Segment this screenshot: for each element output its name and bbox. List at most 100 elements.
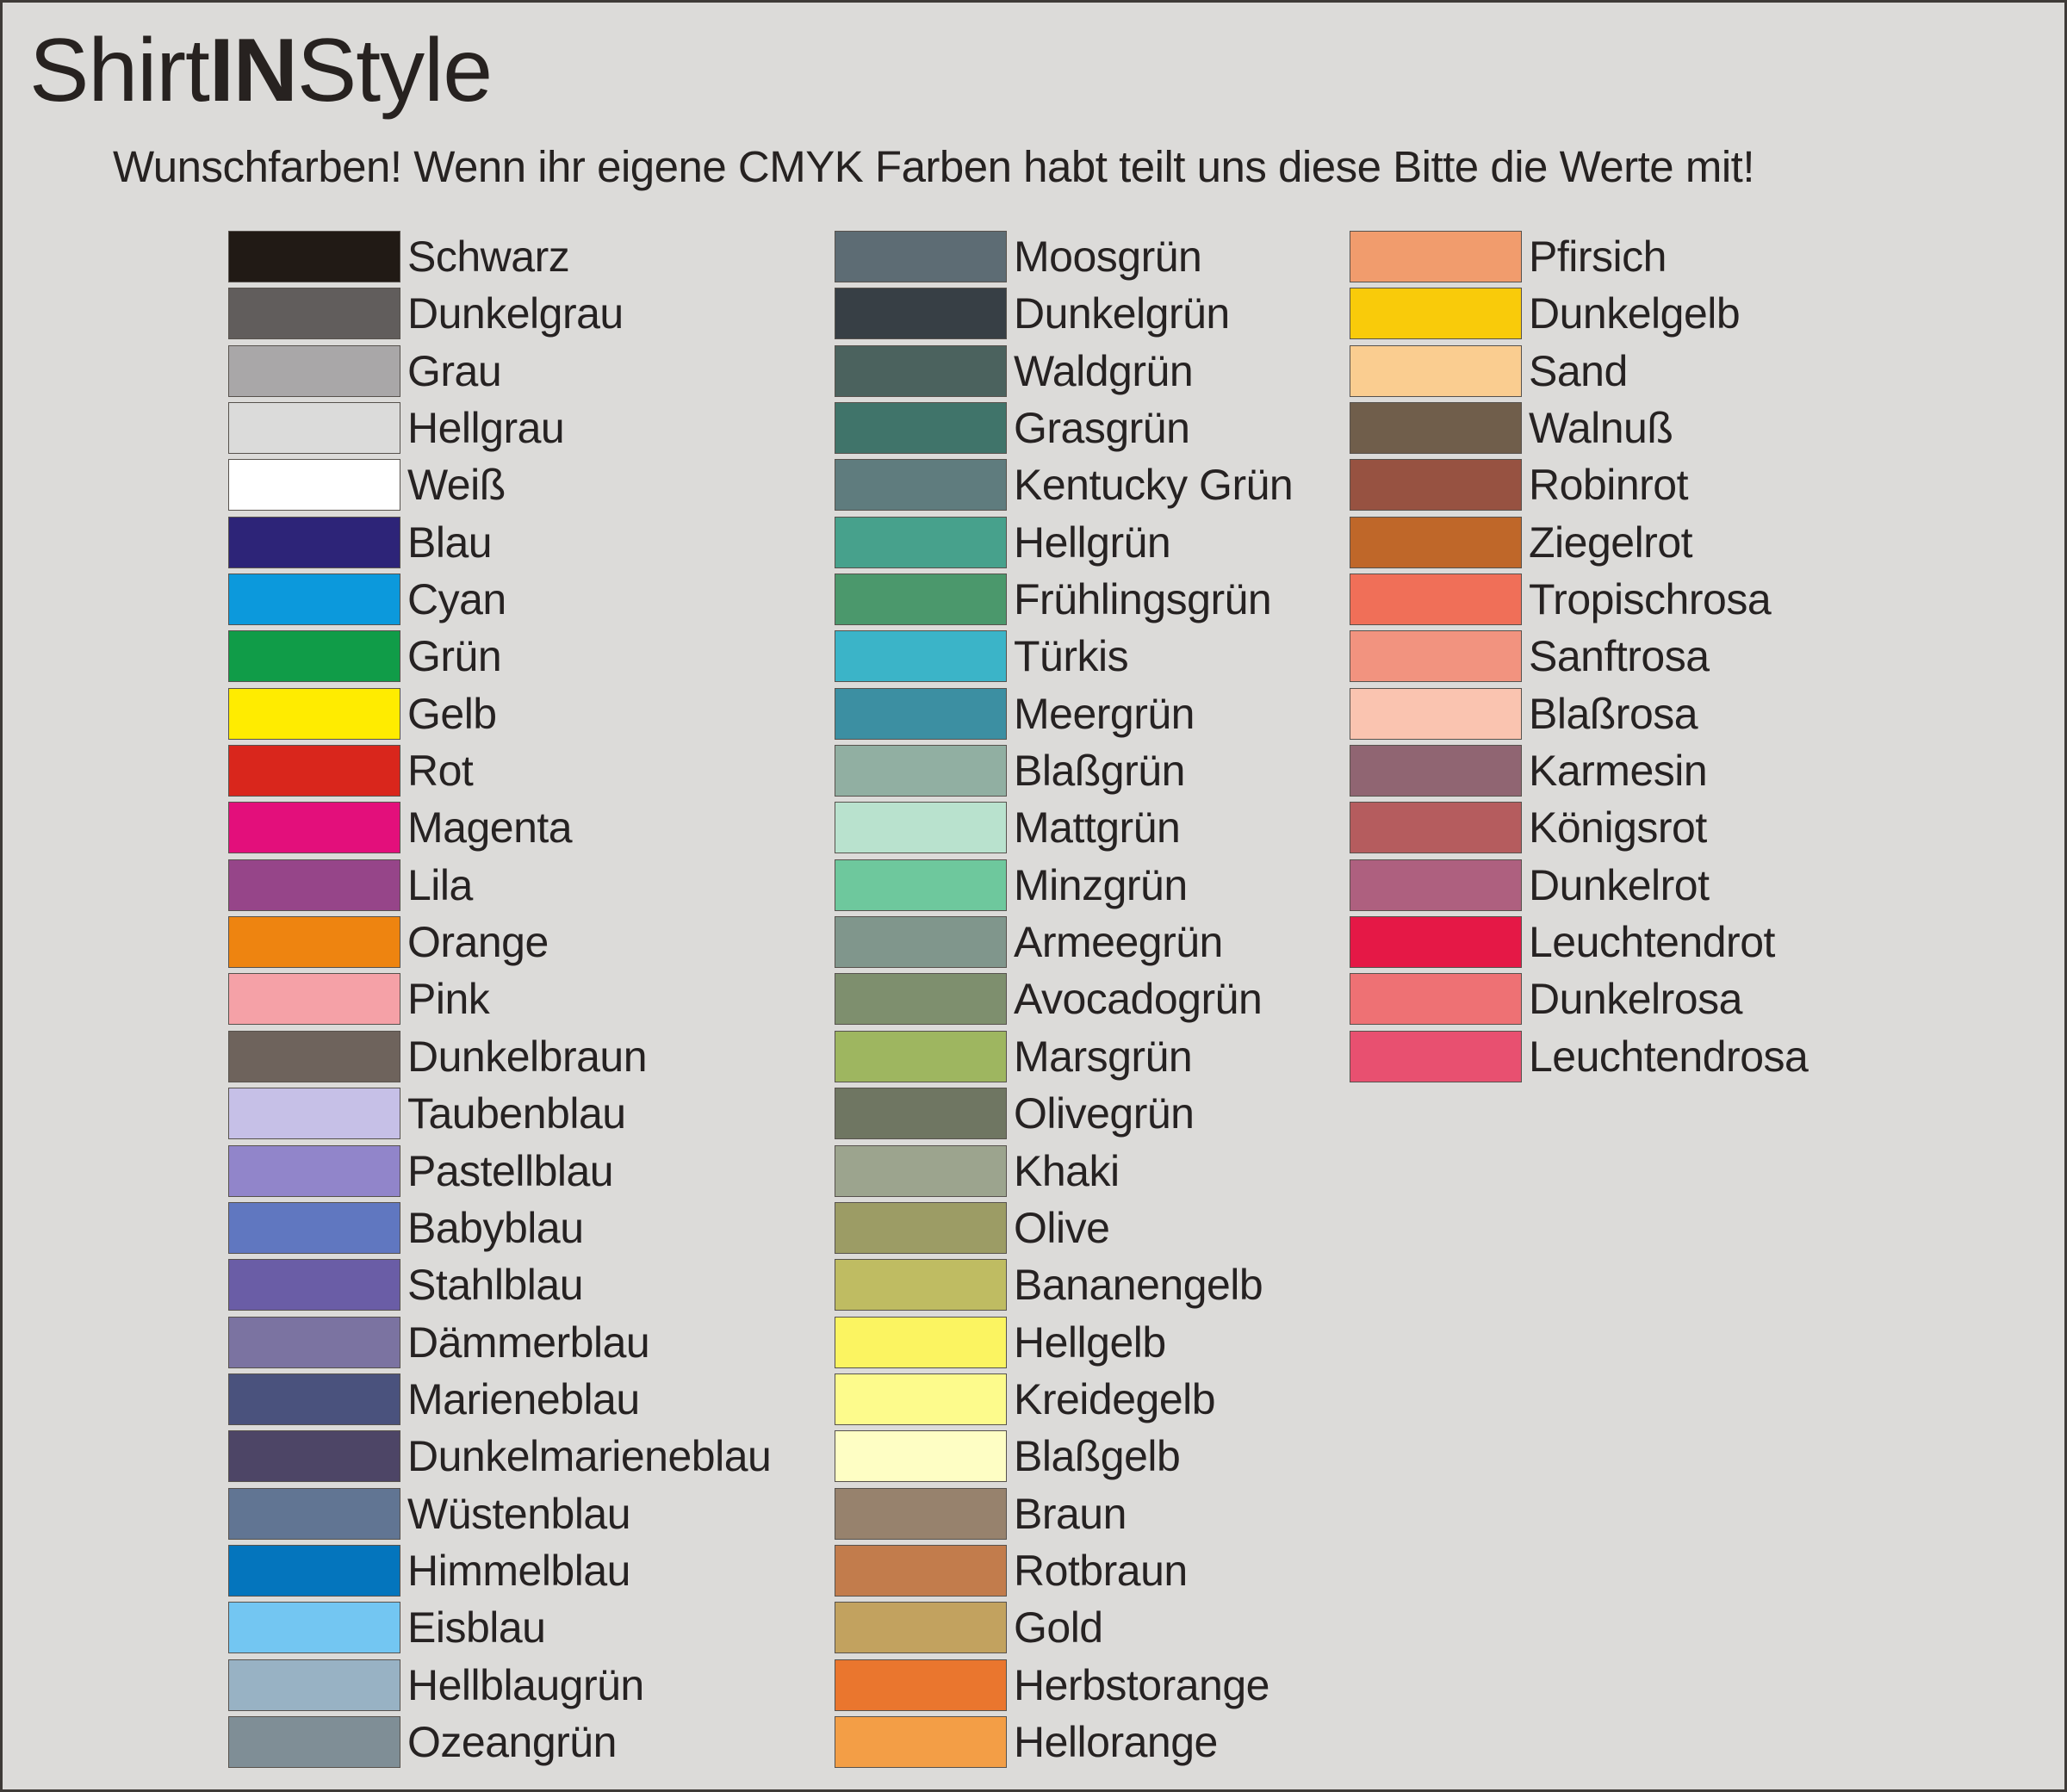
color-label: Braun (1014, 1489, 1127, 1538)
color-row: Dunkelmarieneblau (228, 1430, 772, 1487)
swatch-grid: Schwarz Dunkelgrau Grau Hellgrau Weiß Blau Cya… (3, 3, 2064, 1789)
color-label: Olive (1014, 1203, 1110, 1252)
color-row: Moosgrün (835, 231, 1293, 288)
color-swatch (1350, 344, 1522, 397)
color-label: Dunkelgelb (1529, 289, 1741, 338)
color-label: Olivegrün (1014, 1089, 1195, 1138)
color-label: Stahlblau (407, 1261, 584, 1310)
color-row: Minzgrün (835, 859, 1293, 916)
color-swatch (228, 745, 400, 797)
color-label: Weiß (407, 461, 506, 510)
color-swatch (228, 231, 400, 282)
column-1: Schwarz Dunkelgrau Grau Hellgrau Weiß Blau Cya… (228, 231, 772, 1773)
color-row: Dunkelgelb (1350, 288, 1808, 344)
color-label: Meergrün (1014, 689, 1195, 738)
color-row: Cyan (228, 574, 771, 630)
color-row: Braun (835, 1487, 1293, 1545)
color-row: Ozeangrün (228, 1715, 771, 1773)
color-swatch (228, 916, 400, 969)
color-label: Karmesin (1529, 747, 1708, 796)
color-swatch (1350, 973, 1522, 1026)
color-row: Sanftrosa (1350, 630, 1808, 687)
color-row: Dunkelgrau (228, 288, 771, 344)
color-label: Moosgrün (1014, 233, 1202, 281)
color-swatch (835, 1316, 1007, 1368)
color-swatch (835, 459, 1007, 512)
color-row: Hellgrün (835, 516, 1293, 574)
color-label: Tropischrosa (1529, 575, 1772, 624)
color-row: Rotbraun (835, 1544, 1293, 1602)
color-swatch (228, 516, 400, 568)
color-swatch (835, 859, 1007, 911)
color-label: Leuchtendrot (1529, 918, 1775, 967)
color-swatch (835, 1259, 1007, 1311)
color-label: Dunkelmarieneblau (407, 1432, 772, 1481)
color-row: Blau (228, 516, 771, 574)
color-row: Blaßgelb (835, 1430, 1293, 1487)
color-row: Leuchtendrosa (1350, 1030, 1809, 1088)
color-label: Armeegrün (1014, 918, 1223, 967)
color-row: Sand (1350, 344, 1808, 402)
color-row: Babyblau (228, 1201, 771, 1259)
color-label: Ozeangrün (407, 1717, 617, 1766)
color-swatch (1350, 574, 1522, 626)
color-label: Blaßgrün (1014, 747, 1185, 796)
color-swatch (228, 459, 400, 512)
color-row: Rot (228, 745, 771, 802)
color-row: Pastellblau (228, 1144, 771, 1202)
color-swatch (228, 1259, 400, 1311)
color-row: Walnuß (1350, 402, 1808, 459)
color-swatch (835, 1430, 1007, 1483)
color-swatch (228, 1544, 400, 1597)
color-swatch (1350, 1030, 1522, 1082)
color-label: Hellgrün (1014, 518, 1171, 567)
color-swatch (228, 288, 400, 340)
color-row: Weiß (228, 459, 771, 516)
color-swatch (835, 1487, 1007, 1540)
color-swatch (835, 402, 1007, 455)
color-row: Grün (228, 630, 771, 687)
color-label: Walnuß (1529, 404, 1673, 453)
color-row: Dunkelrot (1350, 859, 1808, 916)
color-label: Babyblau (407, 1203, 584, 1252)
color-swatch (228, 1602, 400, 1654)
color-label: Cyan (407, 575, 506, 624)
color-label: Frühlingsgrün (1014, 575, 1272, 624)
color-swatch (835, 802, 1007, 854)
color-swatch (835, 1144, 1007, 1197)
color-row: Schwarz (228, 231, 771, 288)
color-label: Waldgrün (1014, 346, 1194, 395)
color-label: Dunkelrot (1529, 860, 1710, 909)
color-swatch (835, 1373, 1007, 1425)
color-swatch (228, 344, 400, 397)
color-row: Dunkelbraun (228, 1030, 771, 1088)
color-row: Taubenblau (228, 1088, 771, 1144)
color-label: Dunkelbraun (407, 1032, 648, 1081)
color-swatch (1350, 802, 1522, 854)
color-row: Tropischrosa (1350, 574, 1808, 630)
color-label: Blaßgelb (1014, 1432, 1181, 1481)
color-label: Hellgelb (1014, 1318, 1166, 1367)
color-swatch (228, 1659, 400, 1711)
color-label: Orange (407, 918, 549, 967)
color-row: Olive (835, 1201, 1293, 1259)
color-label: Blaßrosa (1529, 689, 1698, 738)
color-label: Wüstenblau (407, 1489, 631, 1538)
color-row: Marieneblau (228, 1373, 771, 1430)
color-swatch (1350, 402, 1522, 455)
color-swatch (1350, 745, 1522, 797)
color-swatch (835, 574, 1007, 626)
color-swatch (1350, 288, 1522, 340)
color-row: Khaki (835, 1144, 1293, 1202)
color-swatch (228, 1487, 400, 1540)
color-swatch (835, 1030, 1007, 1082)
color-row: Blaßrosa (1350, 687, 1808, 745)
color-row: Eisblau (228, 1602, 771, 1659)
color-swatch (835, 745, 1007, 797)
color-swatch (228, 1316, 400, 1368)
color-label: Dunkelgrün (1014, 289, 1230, 338)
color-row: Bananengelb (835, 1259, 1293, 1316)
color-swatch (835, 1544, 1007, 1597)
color-label: Herbstorange (1014, 1660, 1269, 1709)
color-label: Gold (1014, 1603, 1103, 1652)
